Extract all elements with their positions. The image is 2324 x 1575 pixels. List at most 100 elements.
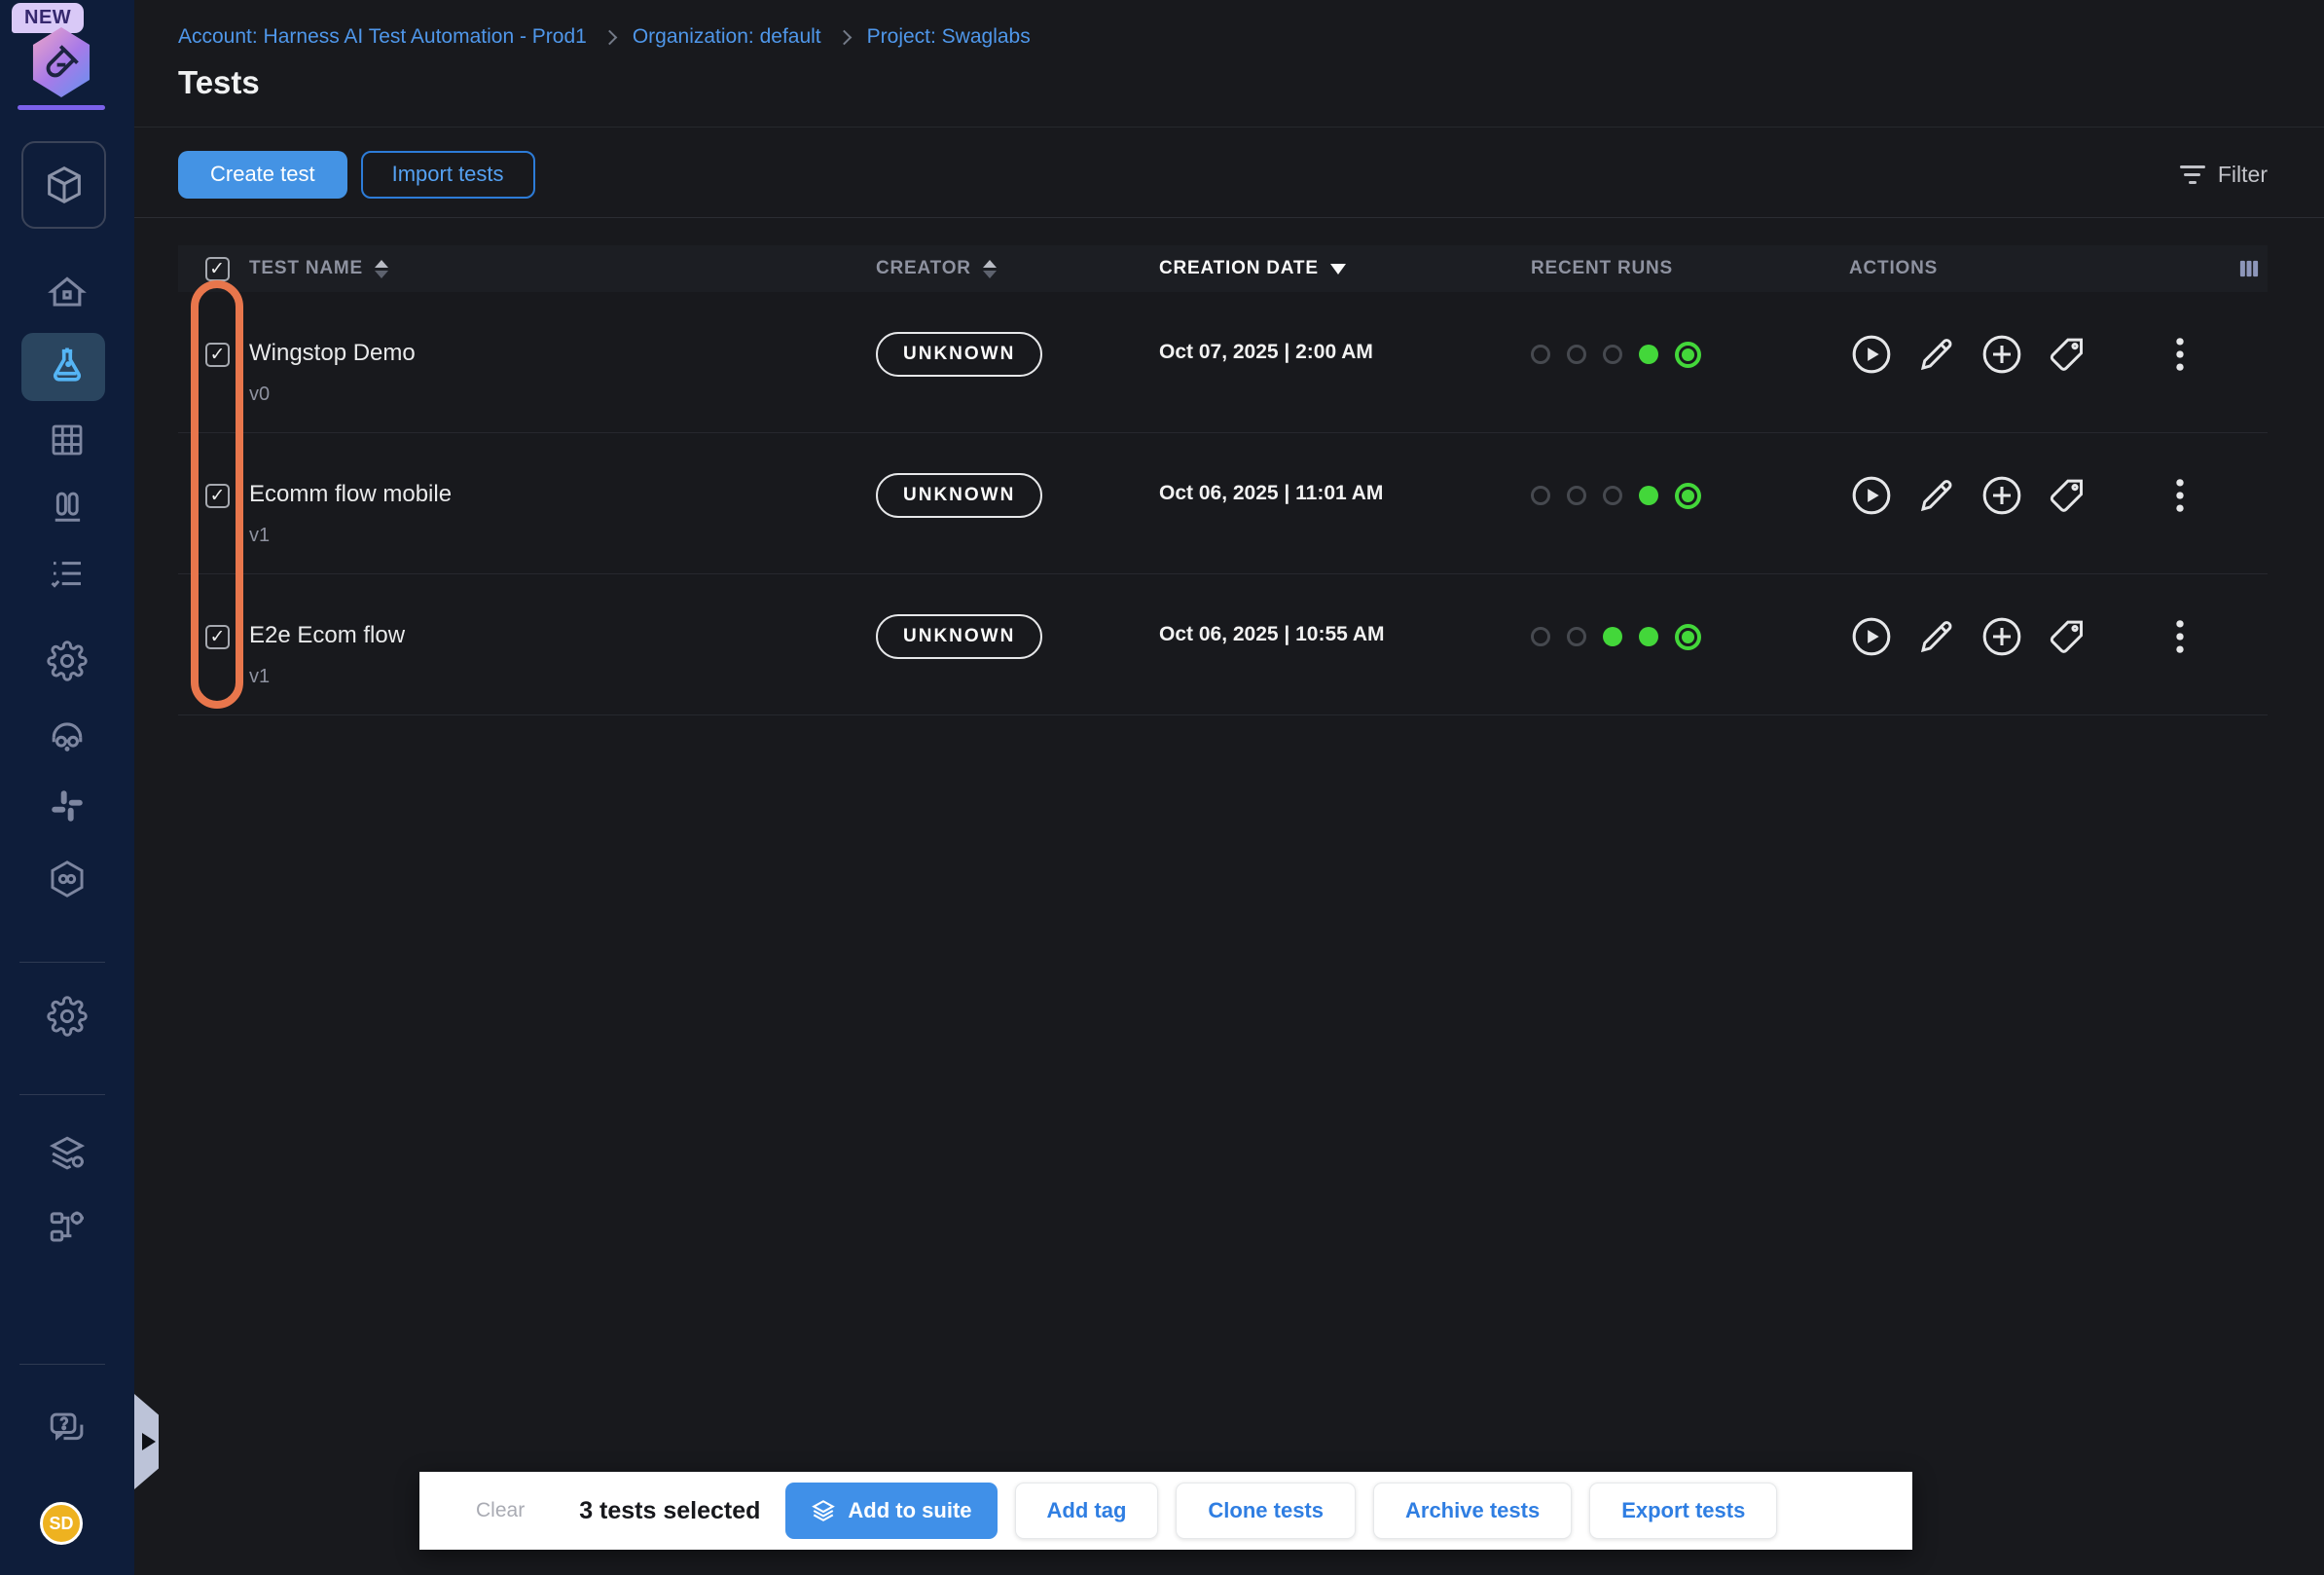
run-status-dot-empty [1603,486,1622,505]
sidebar: NEW [0,0,134,1575]
tag-button[interactable] [2047,332,2088,377]
pills-board-icon [47,488,88,529]
row-menu-button[interactable] [2170,614,2190,659]
header-checkbox-cell [178,257,249,281]
column-picker-button[interactable] [2209,256,2268,281]
run-test-button[interactable] [1849,614,1894,659]
add-to-suite-row-button[interactable] [1979,473,2024,518]
run-status-dot-filled [1639,486,1658,505]
clear-selection-button[interactable]: Clear [476,1499,525,1522]
breadcrumb-project[interactable]: Project: Swaglabs [867,25,1031,49]
incognito-icon [46,713,89,755]
row-checkbox[interactable] [205,625,230,649]
edit-pencil-icon [1916,334,1957,375]
tag-button[interactable] [2047,614,2088,659]
test-name-link[interactable]: E2e Ecom flow [249,621,876,650]
sidebar-item-results[interactable] [0,474,134,542]
sort-descending-icon [1330,264,1346,275]
recent-runs [1531,433,1849,573]
recent-runs [1531,574,1849,714]
harness-logo[interactable] [29,27,93,97]
creation-date: Oct 06, 2025 | 10:55 AM [1159,574,1531,714]
user-avatar[interactable]: SD [40,1502,83,1545]
test-name-link[interactable]: Wingstop Demo [249,339,876,368]
add-to-suite-row-button[interactable] [1979,332,2024,377]
import-tests-button[interactable]: Import tests [361,151,535,199]
add-circle-icon [1979,473,2024,518]
column-header-test-name[interactable]: TEST NAME [249,258,876,279]
run-status-dot-ring [1675,483,1701,509]
table-row: E2e Ecom flow v1 UNKNOWN Oct 06, 2025 | … [178,574,2268,715]
archive-tests-button[interactable]: Archive tests [1373,1483,1572,1539]
tests-table: TEST NAME CREATOR CREATION DATE RECENT R… [178,245,2268,715]
sidebar-item-tests[interactable] [0,333,134,401]
breadcrumb-account[interactable]: Account: Harness AI Test Automation - Pr… [178,25,587,49]
edit-test-button[interactable] [1916,332,1957,377]
tag-button[interactable] [2047,473,2088,518]
home-icon [46,273,89,315]
test-name-cell: Wingstop Demo v0 [249,292,876,432]
select-all-checkbox[interactable] [205,257,230,281]
help-button[interactable] [0,1395,134,1463]
column-header-creator[interactable]: CREATOR [876,258,1159,279]
run-test-button[interactable] [1849,332,1894,377]
table-header-row: TEST NAME CREATOR CREATION DATE RECENT R… [178,245,2268,292]
hexagon-infinity-icon [46,858,89,900]
chevron-right-icon [602,29,618,45]
main-content: Account: Harness AI Test Automation - Pr… [134,0,2324,1575]
row-checkbox[interactable] [205,484,230,508]
sidebar-item-checklist[interactable] [0,540,134,608]
gear-icon [47,996,88,1037]
edit-test-button[interactable] [1916,614,1957,659]
add-tag-button[interactable]: Add tag [1015,1483,1159,1539]
creation-date: Oct 06, 2025 | 11:01 AM [1159,433,1531,573]
play-icon [1849,473,1894,518]
row-menu-button[interactable] [2170,332,2190,377]
sidebar-item-incognito[interactable] [0,700,134,768]
tag-icon [2047,334,2088,375]
creator-badge: UNKNOWN [876,614,1042,659]
sidebar-item-home[interactable] [0,260,134,328]
spacer-cell [2209,433,2268,573]
play-icon [1849,332,1894,377]
filter-button[interactable]: Filter [2180,162,2268,188]
create-test-button[interactable]: Create test [178,151,347,199]
column-header-recent-runs: RECENT RUNS [1531,258,1849,279]
sidebar-item-layers-settings[interactable] [0,1119,134,1188]
module-selector[interactable] [21,141,106,229]
row-checkbox[interactable] [205,343,230,367]
breadcrumb-organization[interactable]: Organization: default [633,25,821,49]
tag-icon [2047,475,2088,516]
add-to-suite-row-button[interactable] [1979,614,2024,659]
creator-cell: UNKNOWN [876,292,1159,432]
orgchart-gear-icon [47,1206,88,1247]
test-name-link[interactable]: Ecomm flow mobile [249,480,876,509]
test-version: v1 [249,525,876,547]
creator-cell: UNKNOWN [876,574,1159,714]
help-chat-icon [47,1409,88,1449]
clone-tests-button[interactable]: Clone tests [1176,1483,1356,1539]
column-header-creation-date[interactable]: CREATION DATE [1159,258,1531,279]
run-test-button[interactable] [1849,473,1894,518]
row-menu-button[interactable] [2170,473,2190,518]
flask-icon [45,345,90,389]
run-status-dot-empty [1531,486,1550,505]
sidebar-item-settings-2[interactable] [0,982,134,1050]
test-name-cell: E2e Ecom flow v1 [249,574,876,714]
sidebar-item-harness-module[interactable] [0,845,134,913]
new-badge: NEW [12,3,84,33]
kebab-menu-icon [2170,334,2190,375]
sidebar-item-settings-1[interactable] [0,627,134,695]
table-top-divider [134,217,2324,218]
sidebar-item-grid[interactable] [0,406,134,474]
sort-icon [375,260,388,278]
run-status-dot-filled [1639,345,1658,364]
sidebar-item-pipelines[interactable] [0,772,134,840]
export-tests-button[interactable]: Export tests [1589,1483,1777,1539]
sidebar-divider [19,1364,105,1365]
row-actions [1849,574,2209,714]
kebab-menu-icon [2170,616,2190,657]
sidebar-item-orgchart-settings[interactable] [0,1192,134,1261]
add-to-suite-button[interactable]: Add to suite [785,1483,997,1539]
edit-test-button[interactable] [1916,473,1957,518]
